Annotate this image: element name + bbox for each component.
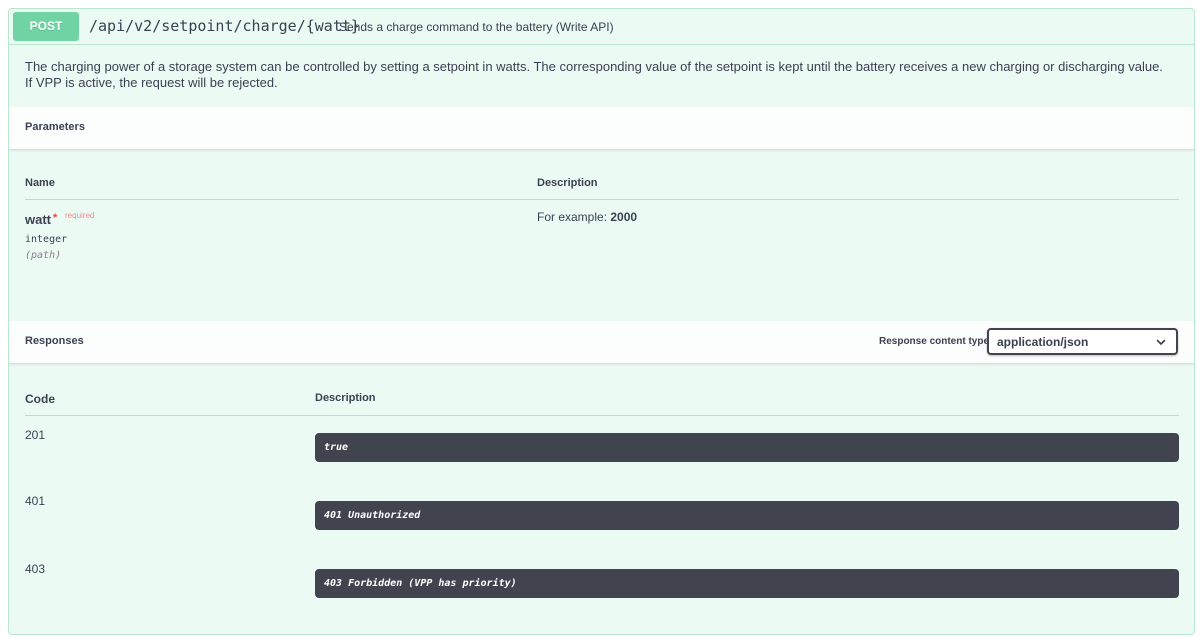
response-col-code: Code [25,392,55,406]
param-col-description: Description [537,177,598,189]
param-type: integer [25,234,68,245]
param-description: For example: 2000 [537,210,637,224]
param-example-value: 2000 [610,210,638,224]
response-example: 403 Forbidden (VPP has priority) [315,569,1179,598]
response-content-type-value: application/json [997,335,1089,349]
param-name-text: watt [25,212,51,227]
parameters-header: Parameters [9,107,1194,150]
description-line-1: The charging power of a storage system c… [25,59,1163,74]
description-line-2: If VPP is active, the request will be re… [25,75,278,90]
param-example-prefix: For example: [537,210,611,224]
operation-summary[interactable]: POST /api/v2/setpoint/charge/{watt} Send… [9,9,1194,45]
param-name: watt * [25,212,57,227]
required-star: * [53,212,58,224]
param-header-divider [25,199,1179,200]
response-content-type-label: Response content type [879,336,990,347]
operation-description: The charging power of a storage system c… [25,59,1175,91]
endpoint-path: /api/v2/setpoint/charge/{watt} [89,17,360,35]
param-location: (path) [25,250,62,261]
response-code: 401 [25,494,46,508]
response-example: true [315,433,1179,462]
required-label: required [65,211,95,220]
param-col-name: Name [25,177,55,189]
response-code: 201 [25,428,46,442]
response-content-type-select[interactable]: application/json [987,328,1178,355]
responses-title: Responses [25,335,84,347]
chevron-down-icon [1156,339,1166,345]
response-code: 403 [25,562,46,576]
operation-block: POST /api/v2/setpoint/charge/{watt} Send… [8,8,1195,635]
response-example: 401 Unauthorized [315,501,1179,530]
method-badge: POST [13,12,79,41]
response-header-divider [25,415,1179,416]
parameters-title: Parameters [25,121,85,133]
response-col-description: Description [315,392,376,404]
operation-summary-text: Sends a charge command to the battery (W… [339,20,614,34]
